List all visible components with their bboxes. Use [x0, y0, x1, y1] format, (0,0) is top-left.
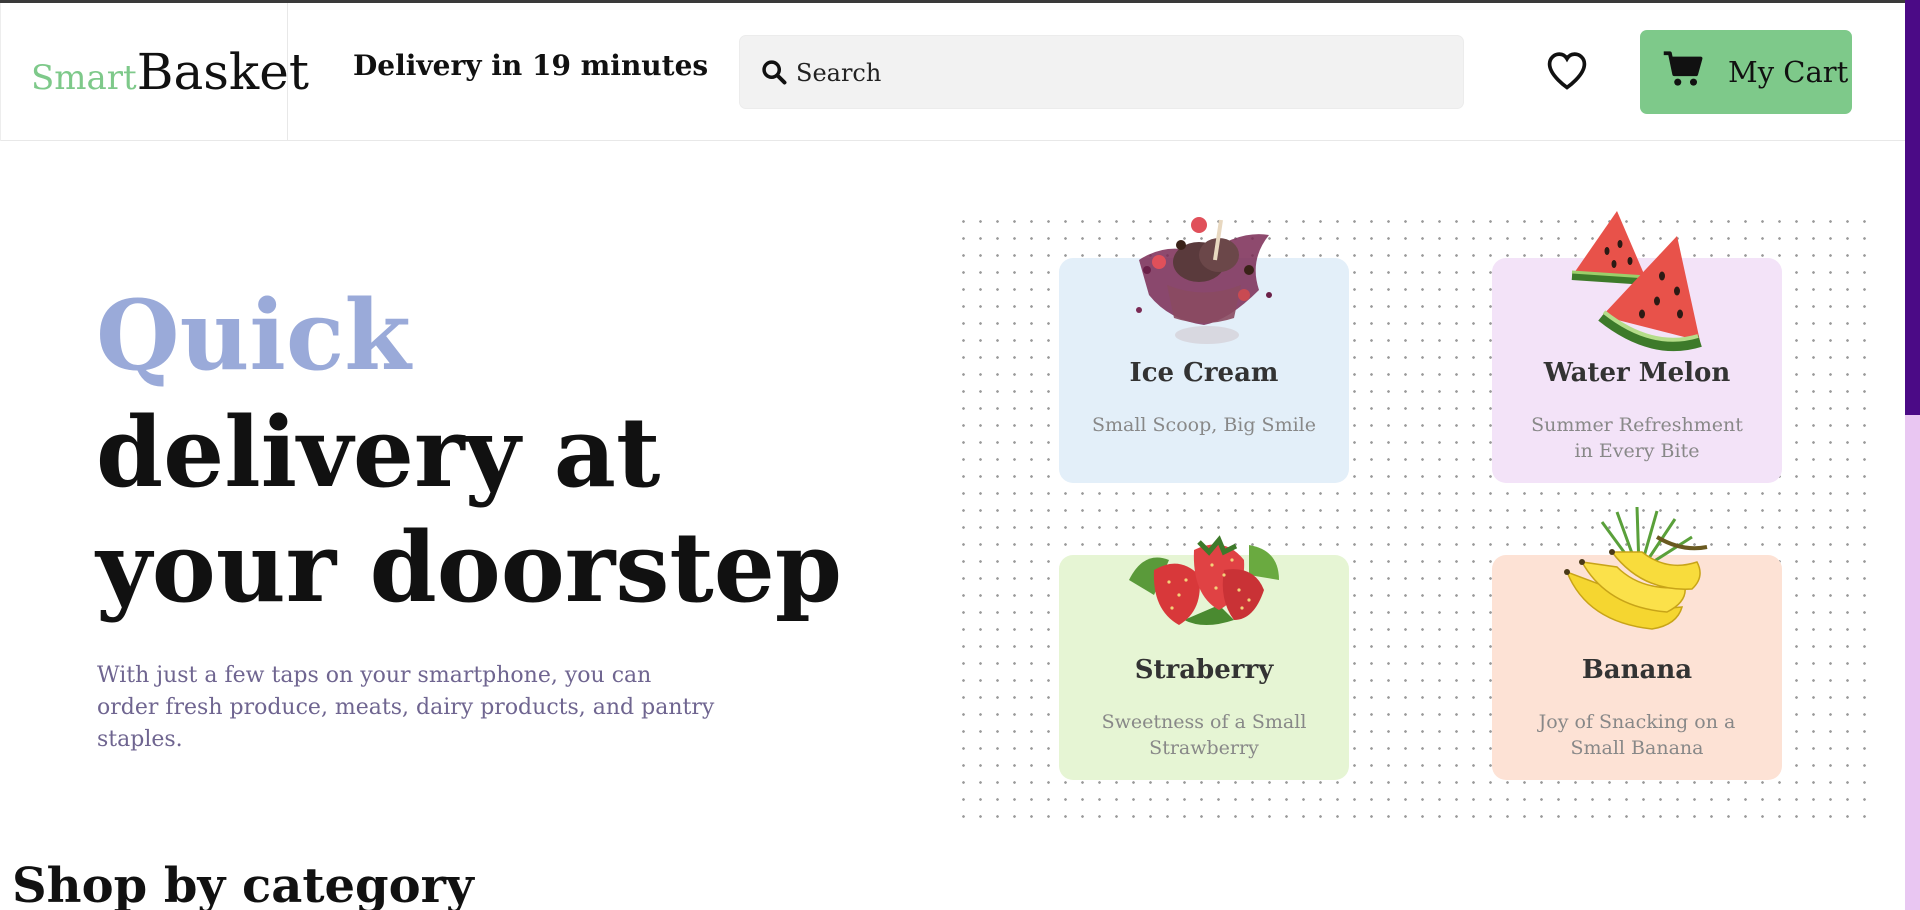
- cart-label: My Cart: [1728, 55, 1849, 89]
- card-subtitle: Small Scoop, Big Smile: [1091, 414, 1316, 436]
- search-input[interactable]: [796, 54, 1436, 92]
- card-title: Water Melon: [1543, 358, 1731, 388]
- product-card-strawberry[interactable]: Straberry Sweetness of a Small Strawberr…: [1059, 535, 1349, 780]
- scrollbar-thumb[interactable]: [1905, 0, 1920, 415]
- card-subtitle: Sweetness of a Small Strawberry: [1101, 711, 1307, 759]
- product-card-ice-cream[interactable]: Ice Cream Small Scoop, Big Smile: [1059, 217, 1349, 483]
- ice-cream-icon: [1136, 217, 1272, 344]
- card-subtitle: Joy of Snacking on a Small Banana: [1538, 711, 1736, 759]
- search-bar[interactable]: [739, 35, 1464, 109]
- product-card-water-melon[interactable]: Water Melon Summer Refreshment in Every …: [1492, 211, 1782, 483]
- hero-quick-text: Quick: [96, 279, 411, 392]
- card-title: Straberry: [1134, 655, 1274, 685]
- card-subtitle: Summer Refreshment in Every Bite: [1531, 414, 1743, 462]
- hero-headline-line-3: your doorstep: [96, 511, 842, 624]
- banana-icon: [1564, 507, 1708, 630]
- logo-smart-text: Smart: [31, 58, 137, 98]
- logo[interactable]: SmartBasket: [31, 43, 309, 101]
- hero-description: With just a few taps on your smartphone,…: [97, 663, 715, 752]
- my-cart-button[interactable]: My Cart: [1640, 30, 1852, 114]
- card-title: Ice Cream: [1129, 358, 1279, 388]
- watermelon-icon: [1571, 211, 1702, 352]
- hero-headline-line-2: delivery at: [96, 396, 661, 509]
- shop-by-category-heading: Shop by category: [12, 858, 474, 910]
- product-card-banana[interactable]: Banana Joy of Snacking on a Small Banana: [1492, 507, 1782, 780]
- logo-container[interactable]: SmartBasket: [0, 3, 309, 141]
- heart-icon[interactable]: [1545, 49, 1589, 93]
- logo-basket-text: Basket: [136, 43, 309, 101]
- site-header: SmartBasket Delivery in 19 minutes My Ca…: [0, 3, 1905, 141]
- cart-icon: [1663, 51, 1703, 86]
- strawberry-icon: [1129, 535, 1279, 625]
- card-title: Banana: [1581, 655, 1693, 685]
- delivery-time-text: Delivery in 19 minutes: [353, 49, 709, 82]
- search-icon: [762, 60, 787, 85]
